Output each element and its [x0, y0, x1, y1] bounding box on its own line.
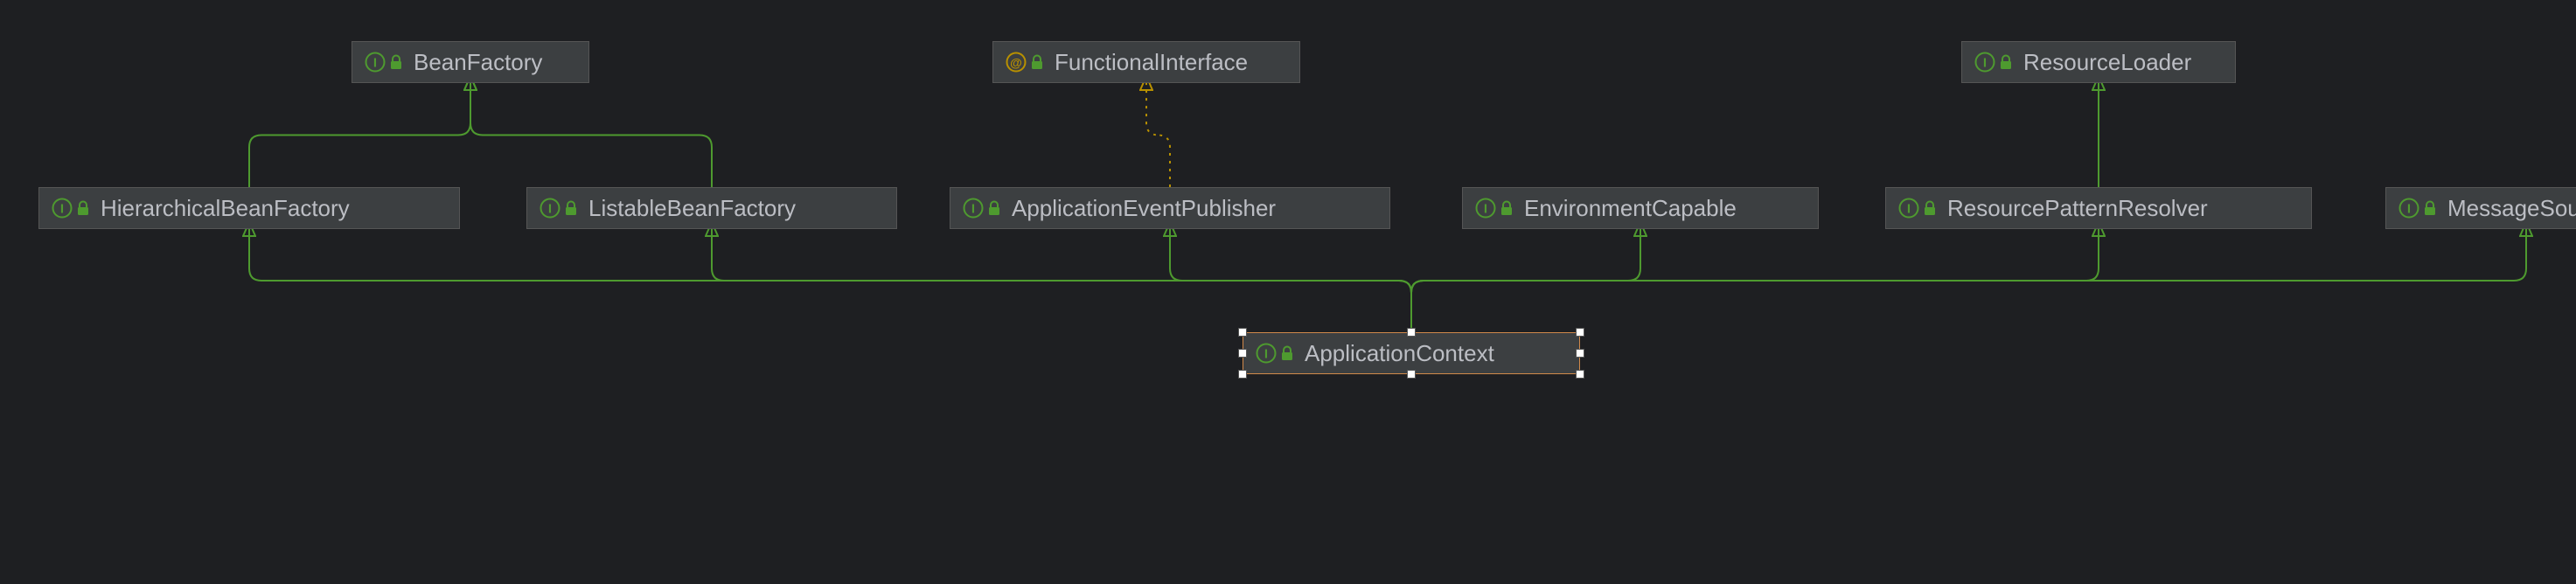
node-label: ApplicationContext: [1305, 340, 1494, 367]
node-label: BeanFactory: [414, 49, 542, 76]
node-label: EnvironmentCapable: [1524, 195, 1737, 222]
node-label: MessageSource: [2447, 195, 2576, 222]
interface-icon: I: [540, 198, 578, 219]
interface-icon: I: [1898, 198, 1937, 219]
edge: [1411, 229, 2099, 332]
node-message-source[interactable]: I MessageSource: [2385, 187, 2576, 229]
node-environment-capable[interactable]: I EnvironmentCapable: [1462, 187, 1819, 229]
interface-icon: I: [1256, 343, 1294, 364]
edge: [249, 83, 470, 187]
svg-text:I: I: [1484, 202, 1487, 217]
selection-handle[interactable]: [1576, 370, 1584, 379]
edge: [1146, 83, 1170, 187]
selection-handle[interactable]: [1407, 370, 1416, 379]
node-label: ResourceLoader: [2023, 49, 2191, 76]
svg-text:I: I: [1907, 202, 1911, 217]
svg-text:I: I: [2407, 202, 2411, 217]
node-application-event-publisher[interactable]: I ApplicationEventPublisher: [950, 187, 1390, 229]
annotation-icon: @: [1006, 52, 1044, 73]
interface-icon: I: [1475, 198, 1514, 219]
svg-text:@: @: [1010, 56, 1022, 70]
svg-text:I: I: [971, 202, 975, 217]
node-resource-pattern-resolver[interactable]: I ResourcePatternResolver: [1885, 187, 2312, 229]
edges-layer: [0, 0, 2576, 584]
interface-icon: I: [52, 198, 90, 219]
svg-text:I: I: [373, 56, 377, 71]
selection-handle[interactable]: [1238, 349, 1247, 358]
interface-icon: I: [2398, 198, 2437, 219]
node-application-context[interactable]: I ApplicationContext: [1243, 332, 1580, 374]
node-hierarchical-bean-factory[interactable]: I HierarchicalBeanFactory: [38, 187, 460, 229]
node-label: ResourcePatternResolver: [1947, 195, 2208, 222]
selection-handle[interactable]: [1407, 328, 1416, 337]
selection-handle[interactable]: [1238, 328, 1247, 337]
edge: [470, 83, 712, 187]
diagram-canvas[interactable]: { "colors": { "background": "#1e1f22", "…: [0, 0, 2576, 584]
svg-text:I: I: [548, 202, 552, 217]
node-label: ListableBeanFactory: [588, 195, 796, 222]
selection-handle[interactable]: [1576, 328, 1584, 337]
node-functional-interface[interactable]: @ FunctionalInterface: [992, 41, 1300, 83]
interface-icon: I: [365, 52, 403, 73]
selection-handle[interactable]: [1576, 349, 1584, 358]
edge: [1170, 229, 1411, 332]
svg-text:I: I: [1264, 347, 1268, 362]
interface-icon: I: [1974, 52, 2013, 73]
node-label: ApplicationEventPublisher: [1012, 195, 1276, 222]
node-listable-bean-factory[interactable]: I ListableBeanFactory: [526, 187, 897, 229]
edge: [1411, 229, 1640, 332]
node-bean-factory[interactable]: I BeanFactory: [352, 41, 589, 83]
svg-text:I: I: [1983, 56, 1987, 71]
interface-icon: I: [963, 198, 1001, 219]
edge: [249, 229, 1411, 332]
selection-handle[interactable]: [1238, 370, 1247, 379]
node-resource-loader[interactable]: I ResourceLoader: [1961, 41, 2236, 83]
node-label: HierarchicalBeanFactory: [101, 195, 350, 222]
svg-text:I: I: [60, 202, 64, 217]
edge: [1411, 229, 2526, 332]
edge: [712, 229, 1411, 332]
node-label: FunctionalInterface: [1055, 49, 1248, 76]
